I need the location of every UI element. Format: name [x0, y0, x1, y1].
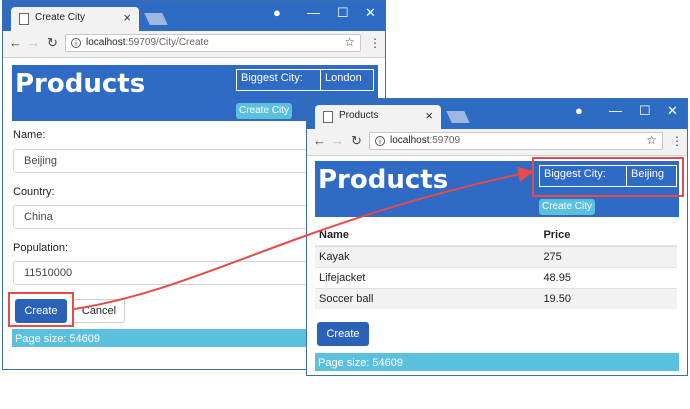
- tab-title: Products: [339, 110, 379, 121]
- forward-icon[interactable]: →: [331, 133, 344, 148]
- create-button[interactable]: Create: [317, 322, 369, 346]
- maximize-icon[interactable]: ☐: [337, 5, 349, 21]
- close-icon[interactable]: ×: [123, 10, 131, 25]
- create-button-highlight: [8, 292, 74, 327]
- forward-icon[interactable]: →: [27, 35, 40, 50]
- profile-icon[interactable]: ●: [575, 103, 583, 118]
- url-text: localhost:59709/City/Create: [86, 37, 209, 48]
- product-price: 19.50: [539, 288, 677, 309]
- page-icon: [323, 111, 333, 123]
- product-name: Soccer ball: [315, 288, 540, 309]
- product-price: 275: [539, 245, 677, 268]
- reload-icon[interactable]: ↻: [351, 133, 362, 149]
- product-price: 48.95: [539, 267, 677, 289]
- products-table: Name Price Kayak 275 Lifejacket 48.95 So…: [315, 225, 677, 309]
- biggest-city-label: Biggest City:: [237, 70, 321, 90]
- product-name: Kayak: [315, 245, 540, 268]
- biggest-city-highlight: [532, 157, 684, 197]
- tab-title: Create City: [35, 12, 86, 23]
- browser-window-products: Products × ● — ☐ ✕ ← → ↻ i localhost:597…: [306, 98, 688, 376]
- table-row: Kayak 275: [315, 245, 677, 268]
- population-label: Population:: [13, 242, 69, 254]
- new-tab-button[interactable]: [446, 111, 470, 123]
- name-label: Name:: [13, 129, 46, 141]
- info-icon: i: [375, 136, 385, 146]
- table-row: Lifejacket 48.95: [315, 267, 677, 289]
- back-icon[interactable]: ←: [9, 35, 22, 50]
- browser-toolbar: ← → ↻ i localhost:59709/City/Create ☆ ⋮: [3, 31, 385, 58]
- new-tab-button[interactable]: [144, 13, 168, 25]
- tab-create-city[interactable]: Create City ×: [11, 7, 139, 31]
- brand-title: Products: [15, 69, 146, 99]
- back-icon[interactable]: ←: [313, 133, 326, 148]
- page-icon: [19, 13, 29, 25]
- maximize-icon[interactable]: ☐: [639, 103, 651, 119]
- close-window-icon[interactable]: ✕: [365, 5, 376, 21]
- menu-icon[interactable]: ⋮: [671, 134, 683, 148]
- country-label: Country:: [13, 186, 55, 198]
- brand-title: Products: [318, 165, 449, 195]
- table-row: Soccer ball 19.50: [315, 288, 677, 309]
- url-text: localhost:59709: [390, 135, 461, 146]
- page-size-footer: Page size: 54609: [315, 353, 679, 371]
- browser-toolbar: ← → ↻ i localhost:59709 ☆ ⋮: [307, 129, 687, 156]
- address-bar[interactable]: i localhost:59709/City/Create ☆: [65, 34, 361, 52]
- create-city-button[interactable]: Create City: [236, 103, 292, 119]
- create-city-button[interactable]: Create City: [539, 199, 595, 215]
- minimize-icon[interactable]: —: [609, 103, 622, 118]
- column-header-price: Price: [539, 225, 677, 247]
- star-icon[interactable]: ☆: [344, 35, 355, 49]
- address-bar[interactable]: i localhost:59709 ☆: [369, 132, 663, 150]
- close-window-icon[interactable]: ✕: [667, 103, 678, 119]
- star-icon[interactable]: ☆: [646, 133, 657, 147]
- tab-products[interactable]: Products ×: [315, 105, 441, 129]
- title-bar: Products × ● — ☐ ✕: [307, 99, 687, 129]
- title-bar: Create City × ● — ☐ ✕: [3, 1, 385, 31]
- table-header-row: Name Price: [315, 225, 677, 247]
- reload-icon[interactable]: ↻: [47, 35, 58, 51]
- biggest-city-value: London: [325, 72, 362, 84]
- info-icon: i: [71, 38, 81, 48]
- cancel-button[interactable]: Cancel: [73, 299, 125, 323]
- column-header-name: Name: [315, 225, 540, 247]
- menu-icon[interactable]: ⋮: [369, 36, 381, 50]
- product-name: Lifejacket: [315, 267, 540, 289]
- profile-icon[interactable]: ●: [273, 5, 281, 20]
- minimize-icon[interactable]: —: [307, 5, 320, 20]
- biggest-city-table: Biggest City: London: [236, 69, 374, 91]
- close-icon[interactable]: ×: [425, 108, 433, 123]
